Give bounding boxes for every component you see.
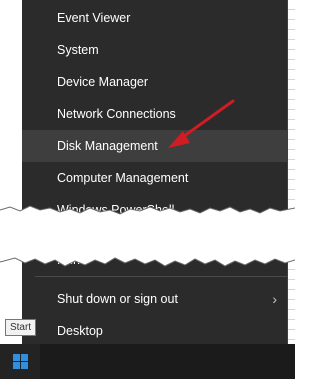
start-tooltip: Start — [5, 319, 36, 336]
menu-item-label: Event Viewer — [57, 11, 131, 25]
chevron-right-icon: › — [272, 291, 277, 307]
menu-item-event-viewer[interactable]: Event Viewer — [22, 2, 287, 34]
menu-item-computer-management[interactable]: Computer Management — [22, 162, 287, 194]
power-user-menu: Event Viewer System Device Manager Netwo… — [22, 0, 288, 344]
menu-item-disk-management[interactable]: Disk Management — [22, 130, 287, 162]
desktop-background — [0, 0, 22, 344]
menu-item-shut-down-or-sign-out[interactable]: Shut down or sign out › — [22, 283, 287, 315]
windows-logo-icon — [13, 354, 28, 369]
menu-item-label: System — [57, 43, 99, 57]
menu-item-label: Network Connections — [57, 107, 176, 121]
menu-item-label: Disk Management — [57, 139, 158, 153]
menu-item-label: Desktop — [57, 324, 103, 338]
taskbar — [0, 344, 295, 379]
menu-item-label: Device Manager — [57, 75, 149, 89]
start-button[interactable] — [0, 344, 40, 379]
menu-item-label: Computer Management — [57, 171, 189, 185]
menu-item-network-connections[interactable]: Network Connections — [22, 98, 287, 130]
menu-item-system[interactable]: System — [22, 34, 287, 66]
menu-item-device-manager[interactable]: Device Manager — [22, 66, 287, 98]
menu-item-label: Shut down or sign out — [57, 292, 178, 306]
background-window-edge — [288, 0, 295, 379]
menu-item-desktop[interactable]: Desktop — [22, 315, 287, 347]
torn-paper-effect — [0, 205, 295, 267]
